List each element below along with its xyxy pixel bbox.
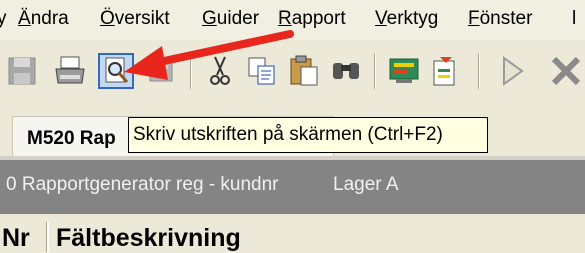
export-button[interactable] <box>428 53 464 89</box>
print-button[interactable] <box>52 53 88 89</box>
cut-button[interactable] <box>202 53 238 89</box>
menu-item-partial-right[interactable]: l <box>572 8 576 30</box>
report-icon <box>389 58 419 83</box>
table-header: Nr Fältbeskrivning <box>0 214 585 253</box>
report-button[interactable] <box>386 53 422 89</box>
play-icon <box>503 56 524 86</box>
menu-item-partial[interactable]: y <box>0 8 7 30</box>
menu-bar: y Ändra Översikt Guider Rapport Verktyg … <box>0 0 585 40</box>
column-divider[interactable] <box>46 222 49 252</box>
menu-item-andra[interactable]: Ändra <box>18 8 69 30</box>
column-header-description[interactable]: Fältbeskrivning <box>56 224 241 253</box>
toolbar-separator <box>190 53 192 89</box>
print-setup-icon <box>149 60 173 82</box>
paste-icon <box>290 55 318 86</box>
export-icon <box>433 57 455 86</box>
report-description: 0 Rapportgenerator reg - kundnr <box>6 174 279 195</box>
save-icon <box>8 57 36 85</box>
tooltip: Skriv utskriften på skärmen (Ctrl+F2) <box>128 117 488 153</box>
print-icon <box>55 56 85 84</box>
find-icon <box>333 63 359 79</box>
copy-icon <box>248 57 275 85</box>
toolbar-separator <box>478 53 480 89</box>
close-button[interactable] <box>548 53 584 89</box>
menu-item-fonster[interactable]: Fönster <box>468 8 532 30</box>
menu-item-oversikt[interactable]: Översikt <box>100 8 170 30</box>
menu-item-rapport[interactable]: Rapport <box>278 8 346 30</box>
save-button[interactable] <box>4 53 40 89</box>
location-label: Lager A <box>333 174 399 195</box>
column-header-nr[interactable]: Nr <box>2 224 30 253</box>
play-button[interactable] <box>494 53 530 89</box>
info-bar: 0 Rapportgenerator reg - kundnr Lager A <box>0 160 585 214</box>
menu-item-guider[interactable]: Guider <box>202 8 259 30</box>
close-icon <box>551 56 581 86</box>
print-setup-button[interactable] <box>143 53 179 89</box>
print-preview-icon <box>105 57 129 83</box>
menu-item-verktyg[interactable]: Verktyg <box>375 8 438 30</box>
find-button[interactable] <box>328 53 364 89</box>
toolbar-separator <box>374 53 376 89</box>
paste-button[interactable] <box>286 53 322 89</box>
cut-icon <box>210 56 230 85</box>
document-tab-title: M520 Rap <box>27 128 116 149</box>
copy-button[interactable] <box>244 53 280 89</box>
toolbar <box>0 44 585 98</box>
print-preview-button[interactable] <box>98 53 134 89</box>
